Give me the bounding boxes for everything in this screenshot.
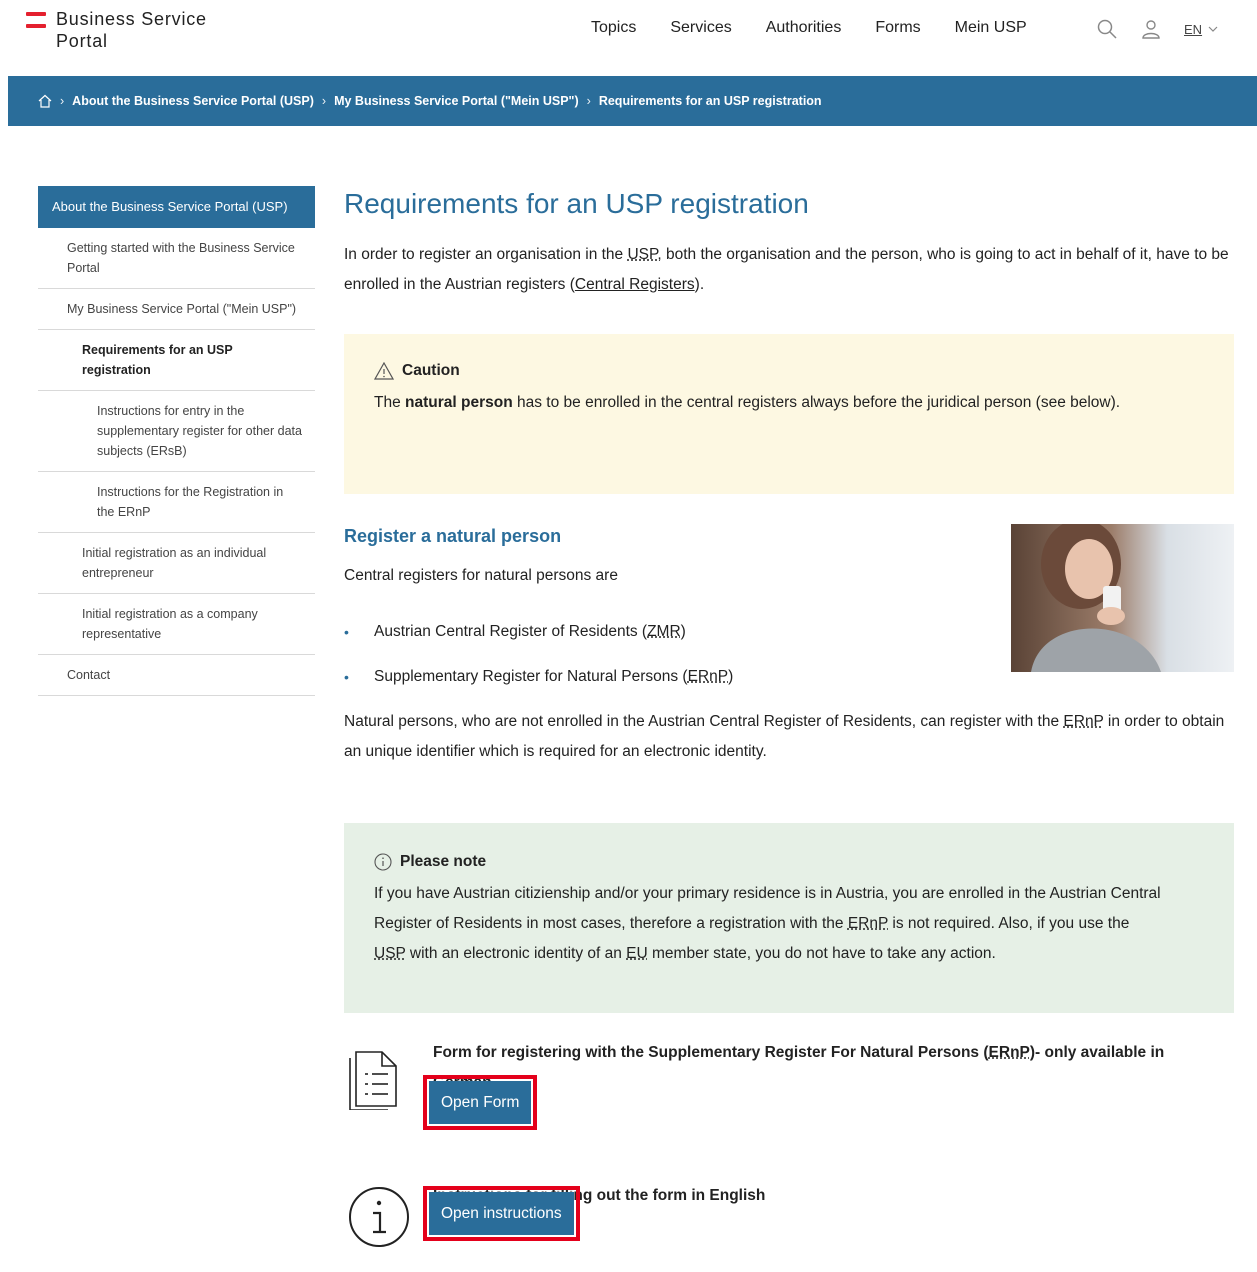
warning-icon (374, 362, 394, 380)
caution-title: Caution (374, 362, 1204, 380)
natural-person-paragraph: Natural persons, who are not enrolled in… (344, 713, 1225, 760)
nav-topics[interactable]: Topics (591, 18, 636, 38)
nav-services[interactable]: Services (670, 18, 731, 38)
caution-text: The natural person has to be enrolled in… (374, 394, 1121, 411)
nav-authorities[interactable]: Authorities (766, 18, 842, 38)
info-circle-icon (348, 1186, 410, 1253)
open-instructions-highlight: Open instructions (423, 1186, 580, 1241)
please-note-box: Please note If you have Austrian citizie… (344, 823, 1234, 1013)
sidebar-item-individual-entrepreneur[interactable]: Initial registration as an individual en… (38, 533, 315, 594)
sidebar-item-getting-started[interactable]: Getting started with the Business Servic… (38, 228, 315, 289)
sidebar-head[interactable]: About the Business Service Portal (USP) (38, 186, 315, 228)
site-logo[interactable]: Business Service Portal (26, 8, 207, 52)
chevron-right-icon: › (60, 94, 65, 108)
header-tools: EN (1096, 18, 1218, 40)
open-form-button[interactable]: Open Form (429, 1081, 532, 1124)
site-header: Business Service Portal Topics Services … (0, 0, 1257, 76)
logo-line-1: Business Service (56, 9, 207, 29)
sidebar-item-company-representative[interactable]: Initial registration as a company repres… (38, 594, 315, 655)
please-note-title: Please note (374, 853, 1204, 871)
intro-paragraph: In order to register an organisation in … (344, 246, 1229, 293)
chevron-down-icon (1208, 26, 1218, 32)
open-form-highlight: Open Form (423, 1075, 538, 1130)
main-content: Requirements for an USP registration In … (344, 186, 1234, 1247)
sidebar-nav: About the Business Service Portal (USP) … (38, 186, 315, 696)
home-icon[interactable] (38, 94, 52, 108)
language-label: EN (1184, 21, 1203, 37)
nav-forms[interactable]: Forms (875, 18, 920, 38)
chevron-right-icon: › (586, 94, 591, 108)
logo-text: Business Service Portal (56, 8, 207, 52)
info-icon (374, 853, 392, 871)
breadcrumb-mein-usp[interactable]: My Business Service Portal ("Mein USP") (334, 94, 579, 108)
language-selector[interactable]: EN (1184, 22, 1218, 37)
sidebar-item-ernp-instructions[interactable]: Instructions for the Registration in the… (38, 472, 315, 533)
main-nav: Topics Services Authorities Forms Mein U… (591, 18, 1061, 38)
search-icon[interactable] (1096, 18, 1118, 40)
breadcrumb-about-usp[interactable]: About the Business Service Portal (USP) (72, 94, 314, 108)
sidebar-item-contact[interactable]: Contact (38, 655, 315, 696)
austria-flag-icon (26, 12, 46, 28)
sidebar-item-ersb-instructions[interactable]: Instructions for entry in the supplement… (38, 391, 315, 472)
page-title: Requirements for an USP registration (344, 188, 809, 219)
document-list-icon (348, 1044, 400, 1115)
central-registers-link[interactable]: Central Registers (575, 276, 695, 293)
sidebar-item-mein-usp[interactable]: My Business Service Portal ("Mein USP") (38, 289, 315, 330)
breadcrumb: › About the Business Service Portal (USP… (8, 76, 1257, 126)
logo-line-2: Portal (56, 31, 108, 51)
caution-box: Caution The natural person has to be enr… (344, 334, 1234, 494)
form-download-title: Form for registering with the Supplement… (433, 1044, 1165, 1091)
please-note-text: If you have Austrian citizienship and/or… (374, 885, 1161, 962)
chevron-right-icon: › (321, 94, 327, 108)
woman-with-phone-photo (1011, 524, 1234, 672)
breadcrumb-current: Requirements for an USP registration (598, 94, 822, 108)
user-icon[interactable] (1140, 18, 1162, 40)
sidebar-item-requirements[interactable]: Requirements for an USP registration (38, 330, 315, 391)
usp-abbr: USP (627, 246, 658, 263)
nav-mein-usp[interactable]: Mein USP (955, 18, 1027, 38)
open-instructions-button[interactable]: Open instructions (429, 1192, 574, 1235)
